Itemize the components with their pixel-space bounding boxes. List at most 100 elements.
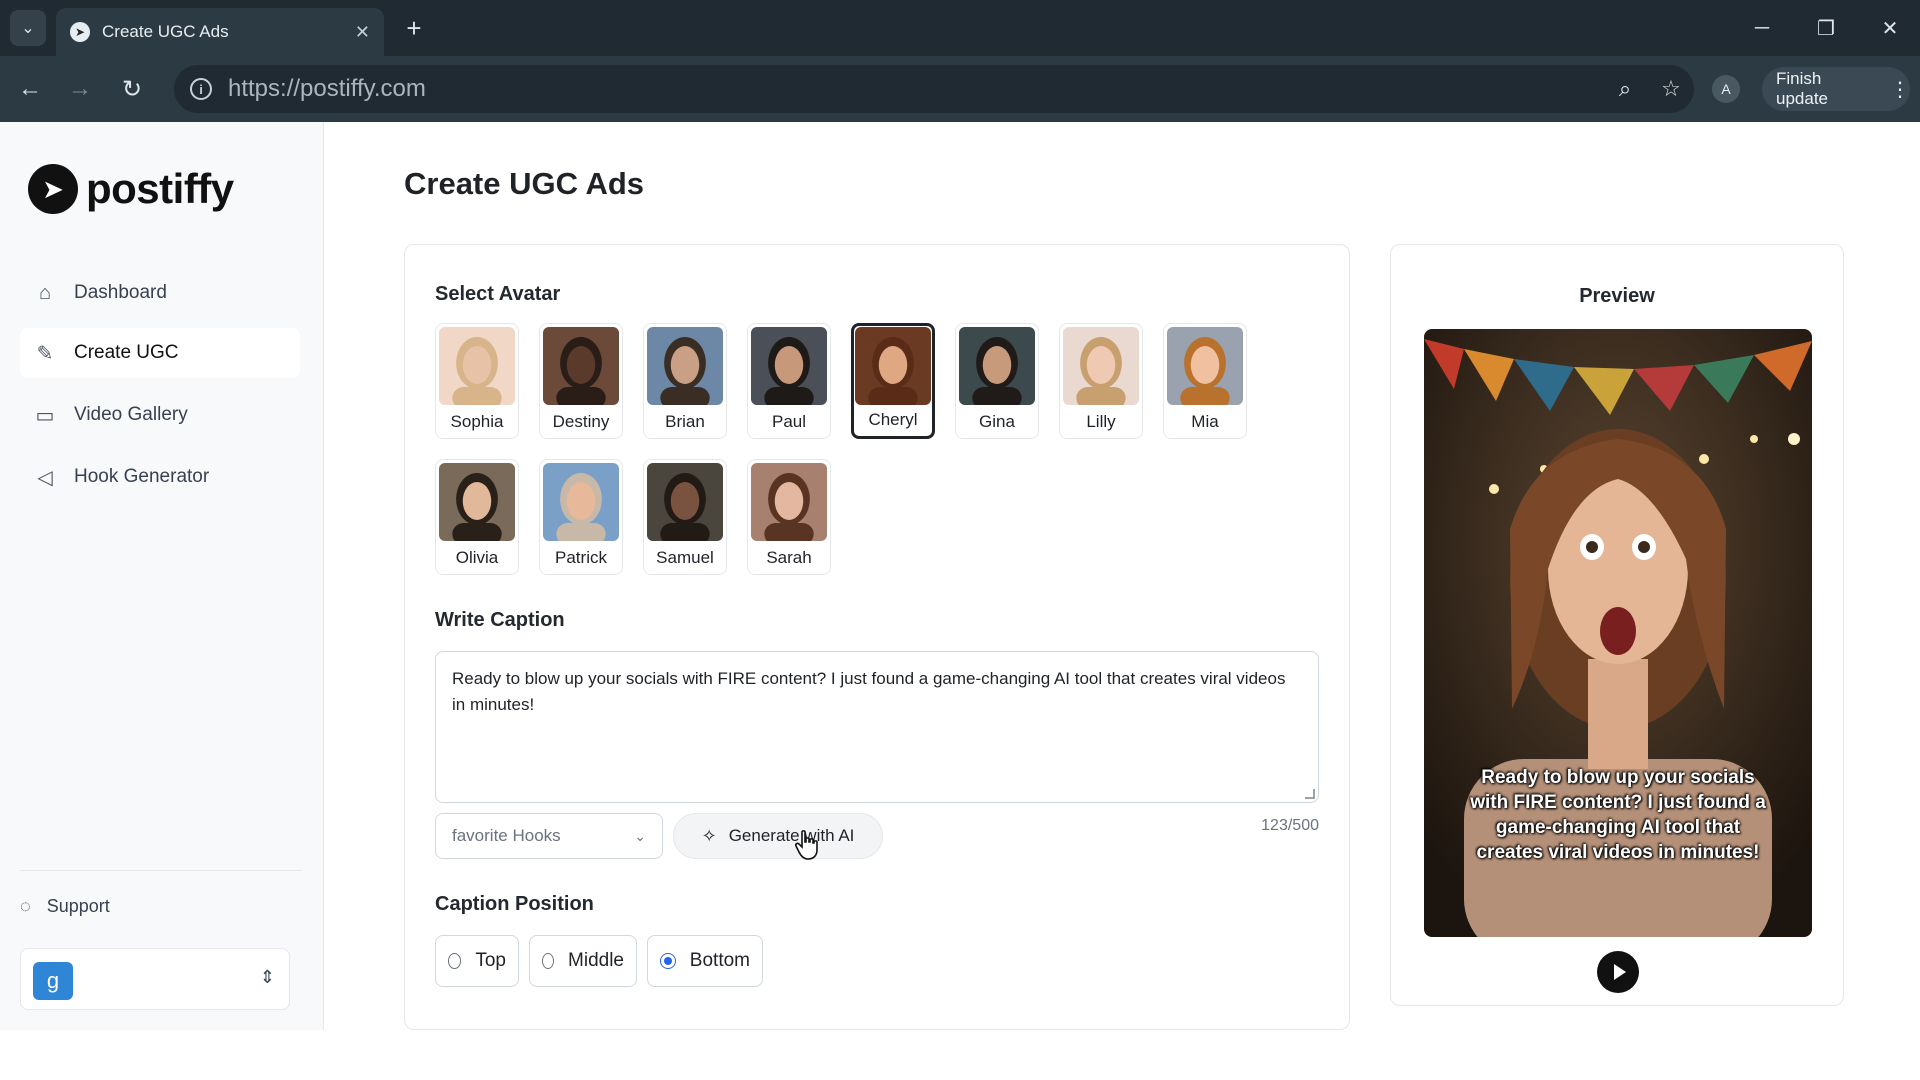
new-tab-icon[interactable]: + xyxy=(398,12,430,44)
avatar-photo xyxy=(751,463,827,541)
play-button[interactable] xyxy=(1597,951,1639,993)
generate-with-ai-button[interactable]: ✧ Generate with AI xyxy=(673,813,883,859)
avatar-card-patrick[interactable]: Patrick xyxy=(539,459,623,575)
hand-cursor-icon xyxy=(794,830,818,860)
finish-update-label: Finish update xyxy=(1776,69,1828,108)
position-label: Top xyxy=(475,950,506,971)
restore-icon[interactable]: ❐ xyxy=(1806,10,1846,46)
paper-plane-icon: ➤ xyxy=(28,164,78,214)
finish-update-button[interactable]: Finish update ⋮ xyxy=(1762,67,1910,111)
home-icon: ⌂ xyxy=(38,281,52,304)
omnibox[interactable]: i https://postiffy.com ⌕ ☆ xyxy=(174,65,1694,113)
avatar-card-mia[interactable]: Mia xyxy=(1163,323,1247,439)
browser-tab[interactable]: ➤ Create UGC Ads ✕ xyxy=(56,8,384,56)
site-info-icon[interactable]: i xyxy=(190,78,212,100)
favorite-hooks-select[interactable]: favorite Hooks ⌄ xyxy=(435,813,663,859)
support-label: Support xyxy=(46,896,110,916)
avatar-name: Brian xyxy=(665,412,705,431)
position-option-top[interactable]: Top xyxy=(435,935,519,987)
tab-favicon-icon: ➤ xyxy=(70,22,90,42)
avatar-card-sophia[interactable]: Sophia xyxy=(435,323,519,439)
avatar-photo xyxy=(751,327,827,405)
sidebar-item-video-gallery[interactable]: ▭ Video Gallery xyxy=(20,390,300,440)
avatar-photo xyxy=(647,463,723,541)
forward-icon[interactable]: → xyxy=(62,71,98,107)
account-avatar: g xyxy=(33,962,73,1000)
sidebar-item-hook-generator[interactable]: ◁ Hook Generator xyxy=(20,452,300,502)
sidebar-item-dashboard[interactable]: ⌂ Dashboard xyxy=(20,268,300,318)
radio-bottom[interactable] xyxy=(660,953,676,969)
sidebar-item-label: Dashboard xyxy=(74,282,167,303)
chevron-down-icon: ⌄ xyxy=(634,827,646,844)
bookmark-star-icon[interactable]: ☆ xyxy=(1648,76,1694,102)
avatar-name: Cheryl xyxy=(868,410,918,429)
support-link[interactable]: ◌ Support xyxy=(20,896,110,917)
avatar-photo xyxy=(959,327,1035,405)
avatar-photo xyxy=(439,327,515,405)
position-option-middle[interactable]: Middle xyxy=(529,935,637,987)
avatar-name: Patrick xyxy=(555,548,607,567)
write-caption-label: Write Caption xyxy=(435,609,565,631)
resize-handle-icon[interactable] xyxy=(1305,789,1315,799)
avatar-card-gina[interactable]: Gina xyxy=(955,323,1039,439)
megaphone-icon: ◁ xyxy=(37,466,53,489)
sidebar-divider xyxy=(20,870,302,871)
avatar-card-sarah[interactable]: Sarah xyxy=(747,459,831,575)
tab-search-icon[interactable]: ⌄ xyxy=(10,10,46,46)
avatar-photo xyxy=(1063,327,1139,405)
zoom-icon[interactable]: ⌕ xyxy=(1602,76,1648,102)
support-chat-icon: ◌ xyxy=(20,896,31,916)
avatar-name: Destiny xyxy=(552,412,610,431)
position-option-bottom[interactable]: Bottom xyxy=(647,935,763,987)
avatar-card-lilly[interactable]: Lilly xyxy=(1059,323,1143,439)
avatar-name: Lilly xyxy=(1086,412,1116,431)
generate-label: Generate with AI xyxy=(728,826,855,845)
magic-wand-icon: ✧ xyxy=(701,825,717,846)
ugc-form-card: Select Avatar Sophia Destiny Brian Paul Cher… xyxy=(404,244,1350,1030)
address-bar: ← → ↻ i https://postiffy.com ⌕ ☆ A Finis… xyxy=(0,56,1920,122)
radio-top[interactable] xyxy=(448,953,462,969)
avatar-photo xyxy=(543,327,619,405)
sidebar-item-label: Video Gallery xyxy=(74,404,188,425)
tab-close-icon[interactable]: ✕ xyxy=(355,22,370,43)
avatar-photo xyxy=(439,463,515,541)
avatar-name: Sophia xyxy=(450,412,504,431)
chevron-up-down-icon: ⇕ xyxy=(259,967,275,987)
sidebar-item-label: Create UGC xyxy=(74,342,179,363)
radio-middle[interactable] xyxy=(542,953,555,969)
sidebar-item-create-ugc[interactable]: ✎ Create UGC xyxy=(20,328,300,378)
avatar-name: Paul xyxy=(771,412,807,431)
avatar-card-olivia[interactable]: Olivia xyxy=(435,459,519,575)
preview-video[interactable]: Ready to blow up your socials with FIRE … xyxy=(1424,329,1812,937)
avatar-card-paul[interactable]: Paul xyxy=(747,323,831,439)
url-text[interactable]: https://postiffy.com xyxy=(228,75,1602,103)
back-icon[interactable]: ← xyxy=(12,71,48,107)
edit-icon: ✎ xyxy=(36,342,54,365)
caption-textarea[interactable]: Ready to blow up your socials with FIRE … xyxy=(435,651,1319,803)
account-switcher[interactable]: g ⇕ xyxy=(20,948,290,1010)
caption-text: Ready to blow up your socials with FIRE … xyxy=(452,669,1286,714)
avatar-name: Mia xyxy=(1191,412,1219,431)
avatar-card-brian[interactable]: Brian xyxy=(643,323,727,439)
brand-logo[interactable]: ➤ postiffy xyxy=(28,164,234,214)
reload-icon[interactable]: ↻ xyxy=(114,71,150,107)
avatar-photo xyxy=(647,327,723,405)
position-label: Bottom xyxy=(689,950,750,971)
avatar-photo xyxy=(1167,327,1243,405)
avatar-photo xyxy=(543,463,619,541)
video-caption-overlay: Ready to blow up your socials with FIRE … xyxy=(1470,767,1766,863)
hooks-select-value: favorite Hooks xyxy=(452,826,561,845)
avatar-card-samuel[interactable]: Samuel xyxy=(643,459,727,575)
minimize-icon[interactable]: ─ xyxy=(1742,10,1782,46)
video-icon: ▭ xyxy=(35,404,55,427)
avatar-card-cheryl[interactable]: Cheryl xyxy=(851,323,935,439)
window-close-icon[interactable]: ✕ xyxy=(1870,10,1910,46)
sidebar-item-label: Hook Generator xyxy=(74,466,210,487)
preview-title: Preview xyxy=(1579,285,1655,307)
avatar-card-destiny[interactable]: Destiny xyxy=(539,323,623,439)
avatar-photo xyxy=(855,327,931,405)
profile-avatar[interactable]: A xyxy=(1712,75,1740,103)
more-menu-icon[interactable]: ⋮ xyxy=(1890,77,1910,102)
tab-title: Create UGC Ads xyxy=(102,22,229,41)
brand-name: postiffy xyxy=(86,165,234,212)
